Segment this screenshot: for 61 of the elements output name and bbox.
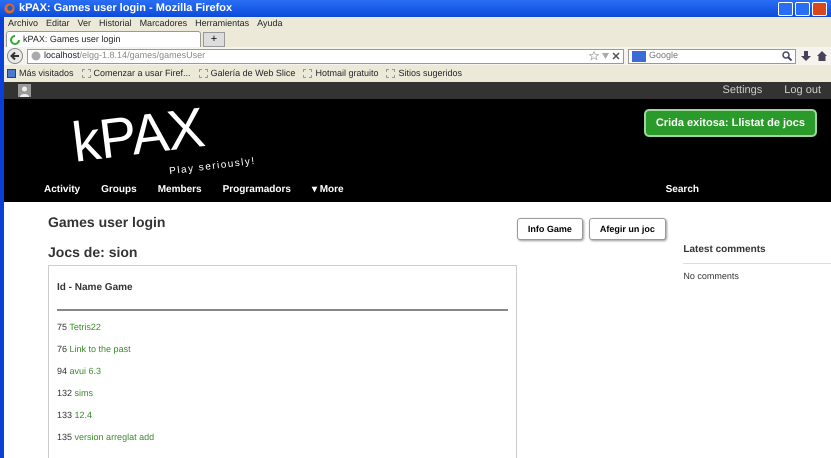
- minimize-button[interactable]: [778, 2, 793, 16]
- bookmark-link[interactable]: Comenzar a usar Firef...: [82, 66, 191, 80]
- action-button[interactable]: Afegir un joc: [588, 218, 666, 240]
- game-id: 132: [57, 388, 72, 398]
- game-id: 75: [57, 322, 68, 332]
- maximize-button[interactable]: [795, 2, 810, 16]
- nav-link[interactable]: Members: [158, 182, 202, 196]
- game-id: 76: [57, 344, 68, 354]
- menu-item[interactable]: Editar: [46, 16, 70, 30]
- nav-link[interactable]: Activity: [44, 182, 80, 196]
- empty-comments-text: No comments: [683, 270, 740, 282]
- bookmark-link[interactable]: Más visitados: [7, 66, 74, 80]
- new-tab-button[interactable]: +: [203, 32, 225, 47]
- browser-tab[interactable]: kPAX: Games user login: [6, 31, 201, 47]
- game-link[interactable]: avui 6.3: [70, 366, 102, 376]
- close-icon[interactable]: [612, 52, 620, 60]
- action-button[interactable]: Info Game: [516, 218, 583, 240]
- game-link[interactable]: Tetris22: [69, 322, 101, 332]
- bookmark-link[interactable]: Sitios sugeridos: [386, 66, 462, 80]
- browser-logo-icon: [4, 3, 15, 14]
- game-link[interactable]: version arreglat add: [74, 432, 154, 442]
- nav-link[interactable]: Groups: [101, 182, 137, 196]
- game-link[interactable]: Link to the past: [70, 344, 131, 354]
- bookmark-link[interactable]: Hotmail gratuito: [303, 66, 378, 80]
- url-text: localhost/elgg-1.8.14/games/gamesUser: [44, 49, 206, 62]
- avatar-icon[interactable]: [18, 84, 31, 97]
- search-link[interactable]: Search: [666, 182, 699, 196]
- menu-item[interactable]: Historial: [99, 16, 132, 30]
- game-id: 94: [57, 366, 68, 376]
- close-button[interactable]: [812, 2, 827, 16]
- window-title: kPAX: Games user login - Mozilla Firefox: [19, 1, 232, 16]
- game-id: 135: [57, 432, 72, 442]
- search-icon[interactable]: [782, 51, 792, 61]
- game-link[interactable]: sims: [74, 388, 94, 398]
- menu-item[interactable]: Ayuda: [257, 16, 282, 30]
- nav-link[interactable]: ▾ More: [312, 182, 344, 196]
- home-icon[interactable]: [816, 50, 828, 62]
- section-heading: Jocs de: sion: [48, 244, 138, 262]
- menu-item[interactable]: Marcadores: [140, 16, 188, 30]
- topbar-link[interactable]: Settings: [722, 82, 762, 98]
- sidebar-heading: Latest comments: [683, 242, 831, 264]
- topbar-link[interactable]: Log out: [784, 82, 821, 98]
- back-button[interactable]: [7, 48, 23, 64]
- star-icon[interactable]: [589, 51, 599, 61]
- bookmark-link[interactable]: Galería de Web Slice: [198, 66, 296, 80]
- column-heading: Id - Name Game: [57, 278, 508, 312]
- search-field[interactable]: Google: [628, 48, 796, 64]
- game-link[interactable]: 12.4: [74, 410, 92, 420]
- search-placeholder: Google: [649, 49, 678, 62]
- search-engine-icon: [632, 50, 646, 62]
- page-title: Games user login: [48, 214, 166, 230]
- menu-item[interactable]: Archivo: [8, 16, 38, 30]
- menu-item[interactable]: Ver: [78, 16, 92, 30]
- nav-link[interactable]: Programadors: [222, 182, 291, 196]
- success-message: Crida exitosa: Llistat de jocs: [644, 108, 817, 137]
- menu-item[interactable]: Herramientas: [195, 16, 250, 30]
- download-icon[interactable]: [800, 50, 812, 62]
- globe-icon: [31, 51, 41, 61]
- loading-icon: [10, 34, 20, 44]
- address-field[interactable]: localhost/elgg-1.8.14/games/gamesUser: [27, 48, 624, 64]
- game-id: 133: [57, 410, 72, 420]
